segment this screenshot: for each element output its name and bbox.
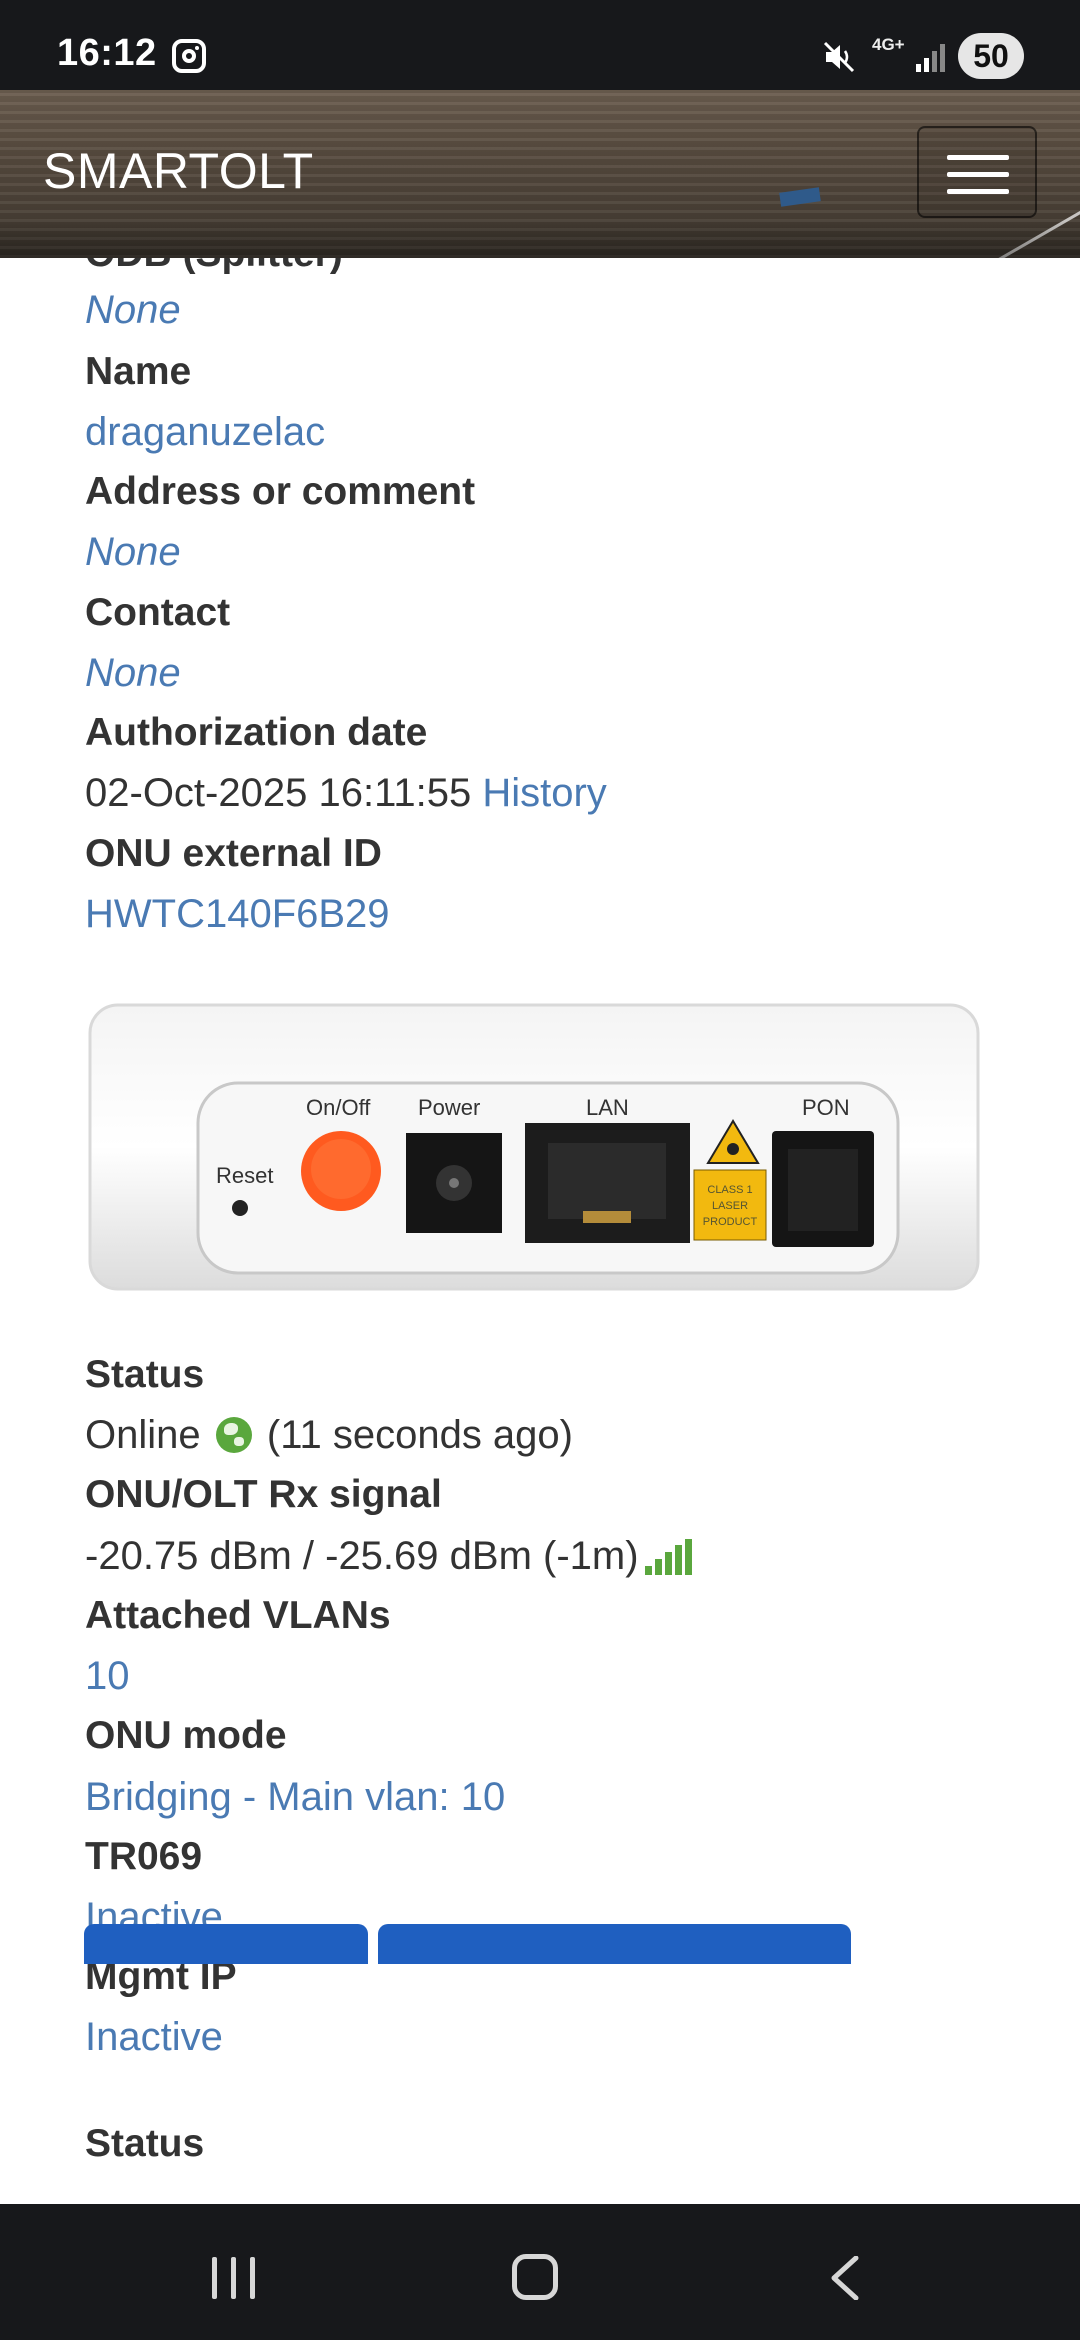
history-link[interactable]: History: [482, 771, 606, 815]
status-ago-text: (11 seconds ago): [266, 1413, 573, 1457]
svg-text:Power: Power: [418, 1095, 480, 1120]
status-time: 16:12: [57, 32, 157, 74]
vlans-label: Attached VLANs: [85, 1594, 391, 1637]
back-icon[interactable]: [830, 2256, 860, 2300]
onu-mode-label: ONU mode: [85, 1714, 287, 1757]
svg-text:LAN: LAN: [586, 1095, 629, 1120]
status-action-button-1[interactable]: [84, 1924, 368, 1964]
hamburger-icon: [947, 155, 1009, 160]
globe-icon: [215, 1417, 252, 1453]
tr069-label: TR069: [85, 1835, 203, 1878]
mute-icon: [823, 41, 855, 73]
status-label: Status: [85, 1353, 205, 1396]
odb-label: ODB (Splitter): [85, 258, 343, 276]
status-online-text: Online: [85, 1413, 201, 1457]
name-value[interactable]: draganuzelac: [85, 410, 325, 455]
svg-text:LASER: LASER: [712, 1200, 748, 1212]
address-label: Address or comment: [85, 470, 476, 513]
authorization-date-value: 02-Oct-2025 16:11:55 History: [85, 771, 607, 816]
odb-value[interactable]: None: [85, 288, 181, 333]
rx-signal-label: ONU/OLT Rx signal: [85, 1473, 442, 1516]
signal-icon: [916, 44, 945, 72]
contact-label: Contact: [85, 591, 231, 634]
app-navbar: SMARTOLT: [0, 90, 1080, 258]
vlans-value[interactable]: 10: [85, 1654, 130, 1699]
hamburger-menu-button[interactable]: [917, 126, 1037, 218]
contact-value[interactable]: None: [85, 651, 181, 696]
battery-icon: 50: [958, 33, 1024, 79]
mgmt-ip-value[interactable]: Inactive: [85, 2015, 223, 2060]
svg-text:CLASS 1: CLASS 1: [707, 1184, 752, 1196]
onu-device-image: Reset On/Off Power LAN CLASS 1 LASER PRO…: [88, 1003, 980, 1291]
status-section-label: Status: [85, 2122, 205, 2165]
svg-text:PON: PON: [802, 1095, 850, 1120]
external-id-label: ONU external ID: [85, 832, 382, 875]
onu-details: ODB (Splitter) None Name draganuzelac Ad…: [0, 258, 1080, 2204]
svg-text:On/Off: On/Off: [306, 1095, 371, 1120]
status-bar: 16:12 4G+ 50: [0, 0, 1080, 90]
svg-text:Reset: Reset: [216, 1163, 273, 1188]
status-value: Online (11 seconds ago): [85, 1413, 573, 1458]
name-label: Name: [85, 350, 192, 393]
address-value[interactable]: None: [85, 530, 181, 575]
rx-signal-text: -20.75 dBm / -25.69 dBm (-1m): [85, 1534, 639, 1578]
brand-logo[interactable]: SMARTOLT: [43, 142, 314, 200]
onu-mode-value[interactable]: Bridging - Main vlan: 10: [85, 1775, 505, 1820]
external-id-value[interactable]: HWTC140F6B29: [85, 892, 390, 937]
instagram-icon: [172, 39, 206, 73]
signal-strength-icon: [644, 1539, 693, 1575]
authorization-date-label: Authorization date: [85, 711, 428, 754]
system-nav-bar: [0, 2204, 1080, 2340]
network-type: 4G+: [872, 35, 905, 54]
home-icon[interactable]: [512, 2254, 558, 2300]
authorization-date-text: 02-Oct-2025 16:11:55: [85, 771, 472, 815]
svg-text:PRODUCT: PRODUCT: [703, 1216, 758, 1228]
status-action-button-2[interactable]: [378, 1924, 851, 1964]
rx-signal-value: -20.75 dBm / -25.69 dBm (-1m): [85, 1534, 693, 1579]
recents-icon[interactable]: [212, 2257, 256, 2299]
